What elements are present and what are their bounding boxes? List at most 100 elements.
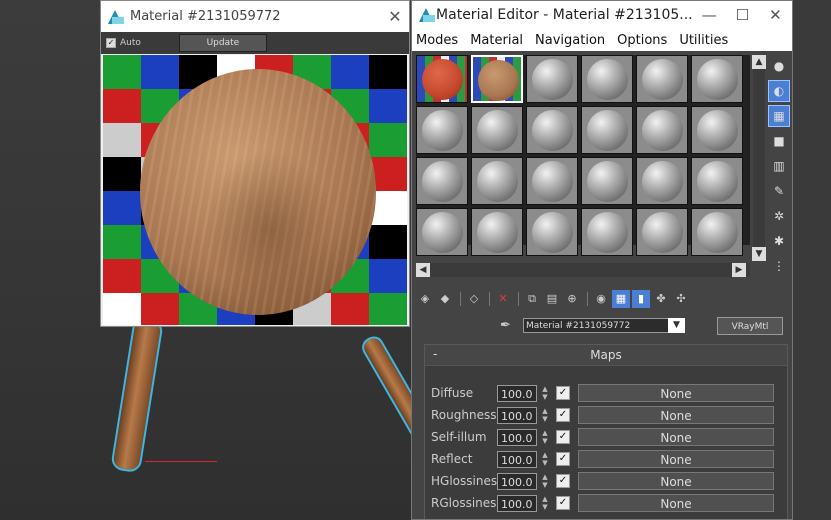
map-slot-button[interactable]: None <box>578 494 774 512</box>
material-slot-5[interactable] <box>636 55 688 103</box>
backlight-icon[interactable]: ◐ <box>768 80 790 102</box>
map-enable-checkbox[interactable]: ✓ <box>556 452 570 466</box>
material-slot-6[interactable] <box>691 55 743 103</box>
scroll-down-icon[interactable]: ▼ <box>752 247 766 261</box>
go-to-parent-icon[interactable]: ▮ <box>632 290 650 308</box>
background-icon[interactable]: ▦ <box>768 105 790 127</box>
map-amount-input[interactable]: 100.0 <box>497 384 537 402</box>
map-slot-button[interactable]: None <box>578 450 774 468</box>
pick-material-icon[interactable]: ✣ <box>672 290 690 308</box>
map-enable-checkbox[interactable]: ✓ <box>556 408 570 422</box>
material-slot-16[interactable] <box>581 157 633 205</box>
scroll-up-icon[interactable]: ▲ <box>752 55 766 69</box>
uv-tiling-icon[interactable]: ■ <box>768 130 790 152</box>
material-slot-12[interactable] <box>691 106 743 154</box>
chevron-down-icon[interactable]: ▼ <box>668 318 685 333</box>
go-forward-sibling-icon[interactable]: ✤ <box>652 290 670 308</box>
material-slot-3[interactable] <box>526 55 578 103</box>
material-slot-14[interactable] <box>471 157 523 205</box>
material-type-button[interactable]: VRayMtl <box>717 317 783 335</box>
material-slot-18[interactable] <box>691 157 743 205</box>
sample-sphere <box>587 59 628 100</box>
map-enable-checkbox[interactable]: ✓ <box>556 430 570 444</box>
slots-vertical-scrollbar[interactable]: ▲ ▼ <box>752 55 766 261</box>
spinner-icon[interactable]: ▲ ▼ <box>540 385 550 402</box>
assign-to-selection-icon[interactable]: ◇ <box>465 290 483 308</box>
select-by-material-icon[interactable]: ✱ <box>768 230 790 252</box>
wood-leg-left[interactable] <box>110 316 164 474</box>
material-slot-22[interactable] <box>581 208 633 256</box>
material-slot-24[interactable] <box>691 208 743 256</box>
map-enable-checkbox[interactable]: ✓ <box>556 386 570 400</box>
material-slot-23[interactable] <box>636 208 688 256</box>
reset-map-icon[interactable]: ✕ <box>494 290 512 308</box>
update-button[interactable]: Update <box>178 34 267 52</box>
eyedropper-icon[interactable]: ✒ <box>500 318 511 333</box>
map-amount-input[interactable]: 100.0 <box>497 406 537 424</box>
material-slot-21[interactable] <box>526 208 578 256</box>
material-slot-9[interactable] <box>526 106 578 154</box>
map-amount-input[interactable]: 100.0 <box>497 450 537 468</box>
close-icon[interactable]: ✕ <box>759 6 792 24</box>
map-slot-button[interactable]: None <box>578 472 774 490</box>
material-slot-15[interactable] <box>526 157 578 205</box>
map-slot-button[interactable]: None <box>578 406 774 424</box>
material-slot-19[interactable] <box>416 208 468 256</box>
scroll-left-icon[interactable]: ◀ <box>416 263 430 277</box>
map-slot-button[interactable]: None <box>578 428 774 446</box>
material-slot-1[interactable] <box>416 55 468 103</box>
show-end-result-icon[interactable]: ▦ <box>612 290 630 308</box>
preview-titlebar[interactable]: Material #2131059772 ✕ <box>101 1 409 32</box>
spinner-icon[interactable]: ▲ ▼ <box>540 451 550 468</box>
map-amount-input[interactable]: 100.0 <box>497 494 537 512</box>
sample-sphere <box>422 110 463 151</box>
menu-options[interactable]: Options <box>617 33 667 48</box>
maps-rollout-header[interactable]: - Maps <box>425 345 787 366</box>
menu-modes[interactable]: Modes <box>416 33 458 48</box>
map-amount-input[interactable]: 100.0 <box>497 472 537 490</box>
map-enable-checkbox[interactable]: ✓ <box>556 496 570 510</box>
put-to-library-icon[interactable]: ▤ <box>543 290 561 308</box>
color-check-icon[interactable]: ▥ <box>768 155 790 177</box>
options-icon[interactable]: ✲ <box>768 205 790 227</box>
menu-utilities[interactable]: Utilities <box>679 33 728 48</box>
material-slot-4[interactable] <box>581 55 633 103</box>
material-slot-11[interactable] <box>636 106 688 154</box>
menu-material[interactable]: Material <box>470 33 523 48</box>
material-id-channel-icon[interactable]: ⊕ <box>563 290 581 308</box>
material-slot-13[interactable] <box>416 157 468 205</box>
menu-navigation[interactable]: Navigation <box>535 33 605 48</box>
sample-sphere <box>697 161 738 202</box>
make-unique-icon[interactable]: ⧉ <box>523 290 541 308</box>
get-material-icon[interactable]: ◈ <box>416 290 434 308</box>
material-slot-20[interactable] <box>471 208 523 256</box>
maximize-icon[interactable]: ☐ <box>726 6 759 24</box>
material-slot-8[interactable] <box>471 106 523 154</box>
material-slot-17[interactable] <box>636 157 688 205</box>
make-preview-icon[interactable]: ✎ <box>768 180 790 202</box>
map-slot-button[interactable]: None <box>578 384 774 402</box>
show-shaded-material-icon[interactable]: ◉ <box>592 290 610 308</box>
material-name-input[interactable]: Material #2131059772 <box>523 318 685 333</box>
minimize-icon[interactable]: — <box>693 6 726 24</box>
checker-cell <box>103 89 141 123</box>
close-icon[interactable]: ✕ <box>381 7 409 26</box>
spinner-icon[interactable]: ▲ ▼ <box>540 495 550 512</box>
editor-titlebar[interactable]: Material Editor - Material #213105... — … <box>412 1 792 29</box>
scroll-right-icon[interactable]: ▶ <box>732 263 746 277</box>
material-slot-7[interactable] <box>416 106 468 154</box>
sample-type-icon[interactable]: ● <box>768 55 790 77</box>
material-slot-2[interactable] <box>471 55 523 103</box>
map-amount-input[interactable]: 100.0 <box>497 428 537 446</box>
map-enable-checkbox[interactable]: ✓ <box>556 474 570 488</box>
spinner-icon[interactable]: ▲ ▼ <box>540 429 550 446</box>
spinner-icon[interactable]: ▲ ▼ <box>540 473 550 490</box>
material-slot-10[interactable] <box>581 106 633 154</box>
put-to-scene-icon[interactable]: ◆ <box>436 290 454 308</box>
spinner-icon[interactable]: ▲ ▼ <box>540 407 550 424</box>
auto-checkbox[interactable]: ✓ <box>106 38 116 48</box>
slots-horizontal-scrollbar[interactable]: ◀ ▶ <box>416 263 750 277</box>
checker-cell <box>369 293 407 325</box>
map-label: Reflect <box>431 452 473 466</box>
material-map-navigator-icon[interactable]: ⋮ <box>768 255 790 277</box>
